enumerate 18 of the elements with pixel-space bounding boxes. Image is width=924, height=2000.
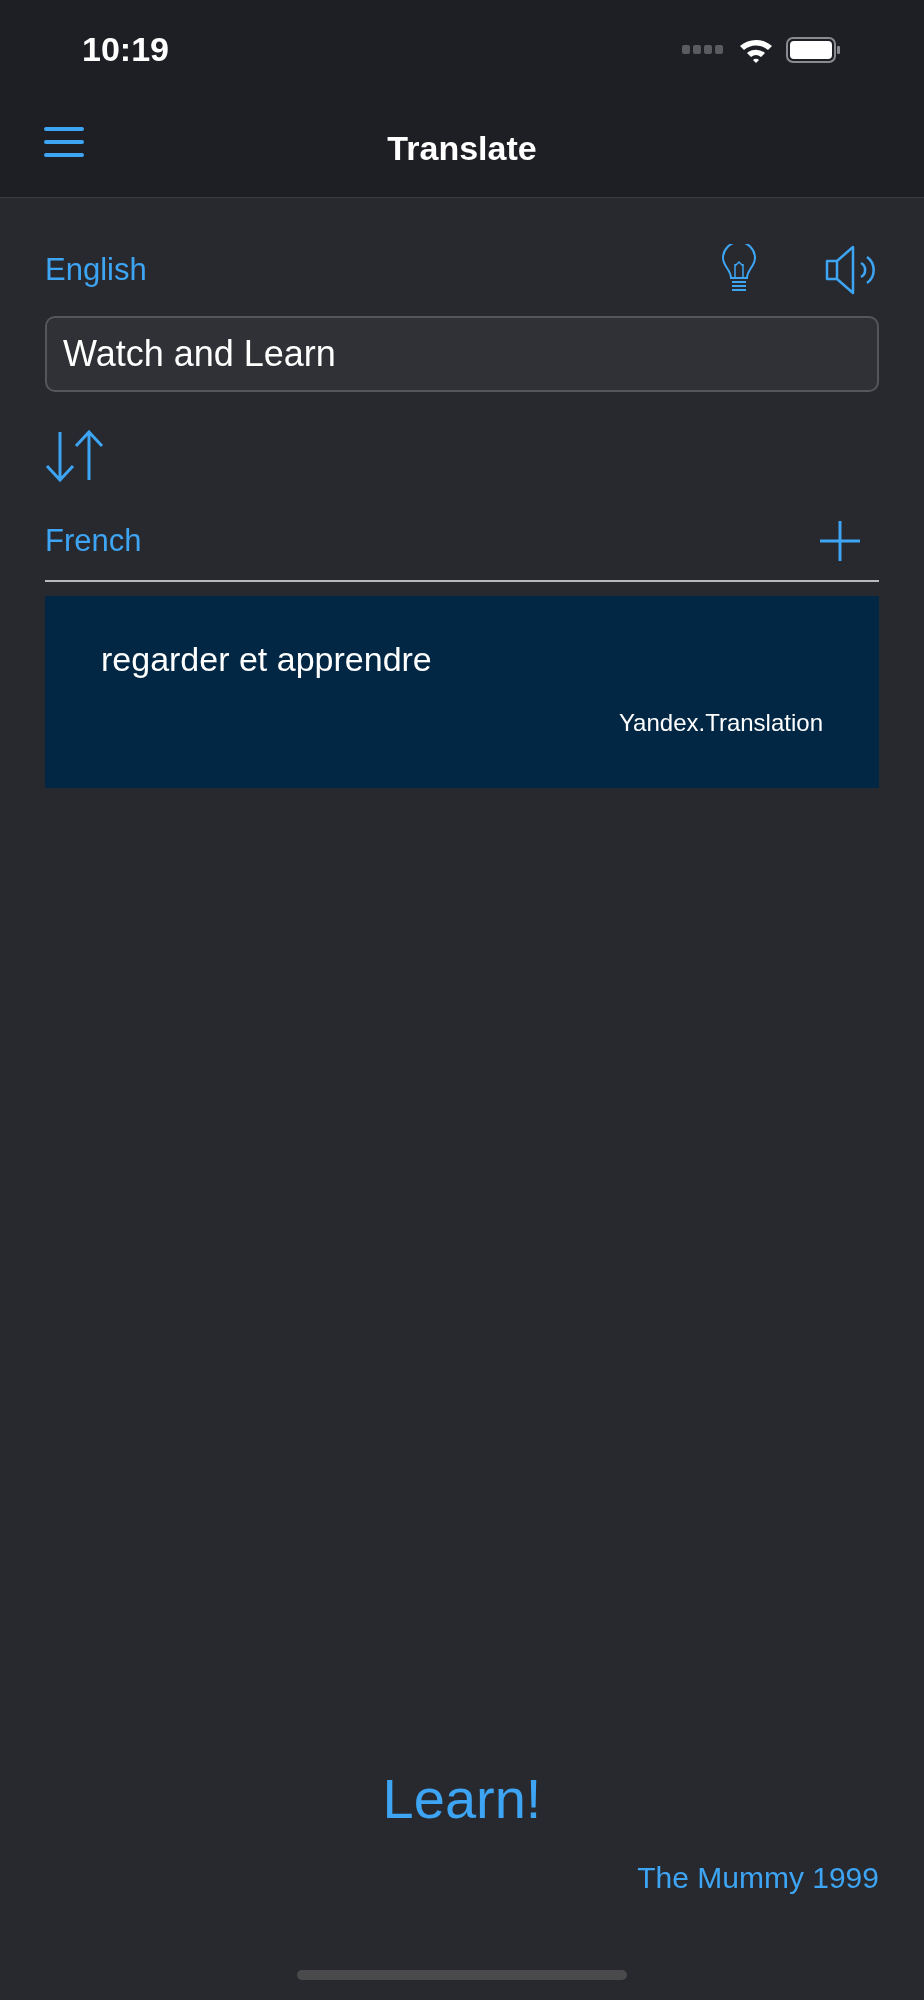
learn-button[interactable]: Learn! [382,1757,542,1841]
source-language[interactable]: English [45,246,147,294]
speaker-icon [825,245,877,295]
menu-icon [44,125,84,158]
menu-button[interactable] [44,125,84,158]
provider-label: Yandex.Translation [618,708,823,738]
add-button[interactable] [819,520,861,562]
status-time: 10:19 [82,29,169,71]
battery-icon [786,35,842,64]
signal-icon [682,44,726,55]
quote-source: The Mummy 1999 [637,1860,879,1896]
page-title: Translate [387,127,537,169]
translation-text: regarder et apprendre [101,639,433,680]
target-language[interactable]: French [45,517,142,565]
source-text-field[interactable]: Watch and Learn [45,316,879,392]
swap-arrows-icon [45,430,105,482]
swap-languages-button[interactable] [45,430,105,482]
plus-icon [819,520,861,562]
